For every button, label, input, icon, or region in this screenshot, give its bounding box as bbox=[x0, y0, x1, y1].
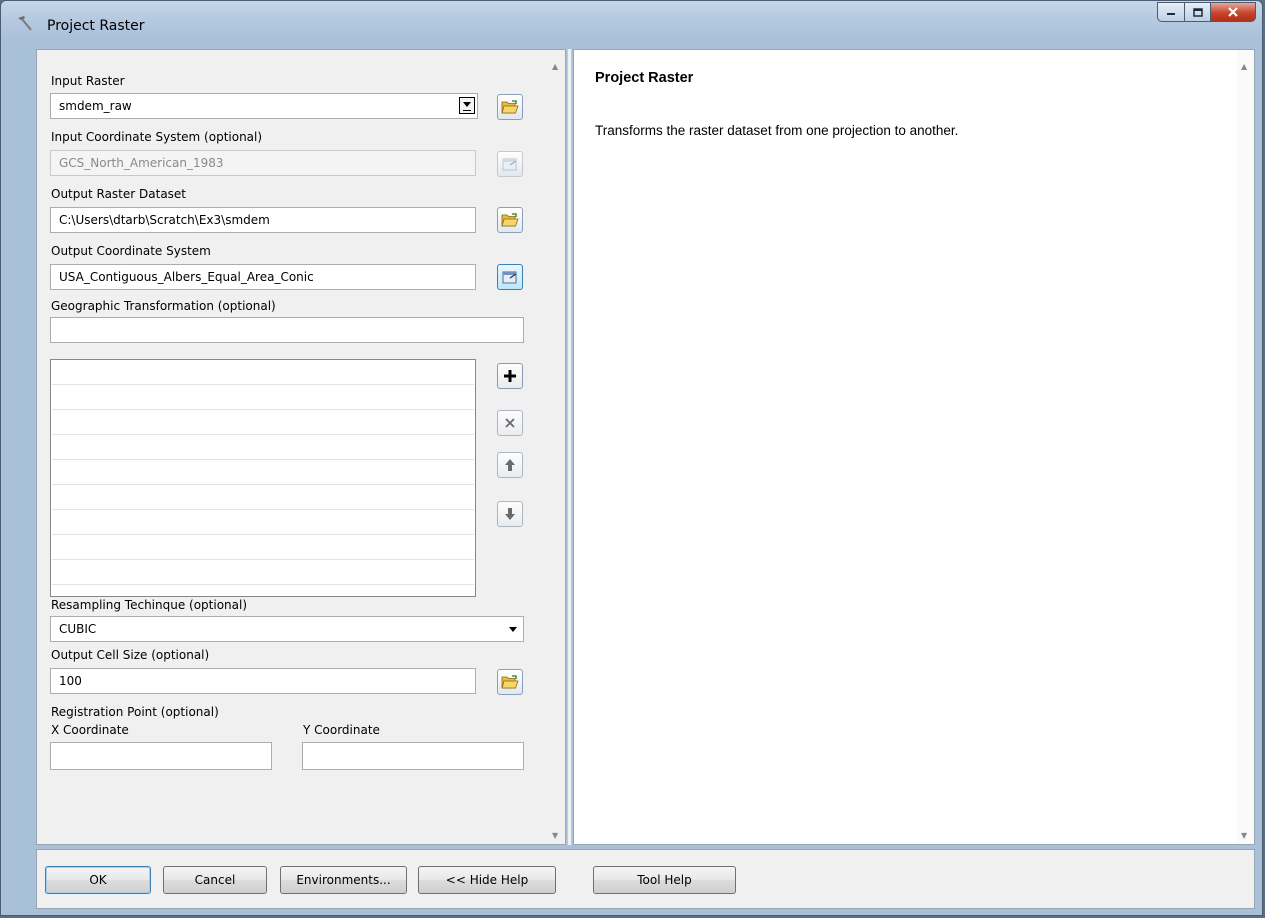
list-item[interactable] bbox=[52, 410, 474, 435]
spatial-reference-icon bbox=[502, 158, 517, 171]
scroll-down-icon[interactable]: ▼ bbox=[1241, 831, 1247, 840]
resampling-technique-value: CUBIC bbox=[59, 622, 97, 636]
scroll-down-icon[interactable]: ▼ bbox=[552, 831, 558, 840]
list-item[interactable] bbox=[52, 435, 474, 460]
output-raster-dataset-label: Output Raster Dataset bbox=[51, 187, 187, 201]
open-folder-icon bbox=[501, 675, 519, 689]
tool-help-button[interactable]: Tool Help bbox=[593, 866, 736, 894]
hammer-icon bbox=[18, 16, 32, 31]
y-coordinate-label: Y Coordinate bbox=[303, 723, 380, 737]
move-down-button[interactable] bbox=[497, 501, 523, 527]
scroll-up-icon[interactable]: ▲ bbox=[1241, 62, 1247, 71]
arrow-down-icon bbox=[505, 508, 515, 520]
resampling-technique-label: Resampling Techinque (optional) bbox=[51, 598, 248, 612]
plus-icon bbox=[504, 370, 516, 382]
help-title: Project Raster bbox=[595, 70, 694, 86]
geographic-transformation-input[interactable] bbox=[50, 317, 524, 343]
add-transformation-button[interactable] bbox=[497, 363, 523, 389]
output-coordinate-system-input[interactable]: USA_Contiguous_Albers_Equal_Area_Conic bbox=[50, 264, 476, 290]
title-bar[interactable]: Project Raster bbox=[1, 1, 1262, 41]
panel-splitter[interactable] bbox=[567, 49, 572, 845]
y-coordinate-input[interactable] bbox=[302, 742, 524, 770]
open-folder-icon bbox=[501, 100, 519, 114]
input-raster-value: smdem_raw bbox=[59, 99, 132, 113]
browse-cell-size-button[interactable] bbox=[497, 669, 523, 695]
list-item[interactable] bbox=[52, 460, 474, 485]
input-raster-label: Input Raster bbox=[51, 74, 125, 88]
output-cell-size-input[interactable]: 100 bbox=[50, 668, 476, 694]
maximize-icon bbox=[1192, 7, 1203, 17]
parameters-scrollbar[interactable]: ▲ ▼ bbox=[548, 50, 565, 844]
close-icon bbox=[505, 418, 515, 428]
help-panel: ▲ ▼ bbox=[573, 49, 1255, 845]
spatial-reference-icon bbox=[502, 271, 517, 284]
open-folder-icon bbox=[501, 213, 519, 227]
input-coordinate-system-label: Input Coordinate System (optional) bbox=[51, 130, 263, 144]
minimize-icon bbox=[1167, 13, 1175, 15]
list-item[interactable] bbox=[52, 510, 474, 535]
input-raster-dropdown-button[interactable] bbox=[459, 97, 475, 114]
arrow-up-icon bbox=[505, 459, 515, 471]
list-item[interactable] bbox=[52, 360, 474, 385]
hide-help-button[interactable]: << Hide Help bbox=[418, 866, 556, 894]
environments-button[interactable]: Environments... bbox=[280, 866, 407, 894]
output-cell-size-label: Output Cell Size (optional) bbox=[51, 648, 210, 662]
x-coordinate-input[interactable] bbox=[50, 742, 272, 770]
move-up-button[interactable] bbox=[497, 452, 523, 478]
resampling-dropdown-button[interactable] bbox=[503, 617, 523, 641]
dialog-window: Project Raster ▲ ▼ ▲ ▼ Project Raster Tr… bbox=[0, 0, 1263, 916]
close-icon bbox=[1228, 7, 1238, 17]
minimize-button[interactable] bbox=[1157, 2, 1185, 22]
list-item[interactable] bbox=[52, 560, 474, 585]
registration-point-label: Registration Point (optional) bbox=[51, 705, 219, 719]
remove-transformation-button[interactable] bbox=[497, 410, 523, 436]
resampling-technique-select[interactable]: CUBIC bbox=[50, 616, 524, 642]
input-raster-combobox[interactable]: smdem_raw bbox=[50, 93, 478, 119]
browse-output-raster-button[interactable] bbox=[497, 207, 523, 233]
output-coordinate-system-label: Output Coordinate System bbox=[51, 244, 211, 258]
output-coordinate-system-properties-button[interactable] bbox=[497, 264, 523, 290]
window-title: Project Raster bbox=[47, 18, 145, 34]
close-button[interactable] bbox=[1211, 2, 1256, 22]
geographic-transformation-label: Geographic Transformation (optional) bbox=[51, 299, 276, 313]
help-description: Transforms the raster dataset from one p… bbox=[595, 123, 959, 138]
window-controls bbox=[1157, 2, 1256, 22]
help-scrollbar[interactable]: ▲ ▼ bbox=[1237, 50, 1254, 844]
cancel-button[interactable]: Cancel bbox=[163, 866, 267, 894]
list-item[interactable] bbox=[52, 385, 474, 410]
list-item[interactable] bbox=[52, 535, 474, 560]
output-raster-dataset-input[interactable]: C:\Users\dtarb\Scratch\Ex3\smdem bbox=[50, 207, 476, 233]
maximize-button[interactable] bbox=[1185, 2, 1211, 22]
list-item[interactable] bbox=[52, 485, 474, 510]
input-coordinate-system-field: GCS_North_American_1983 bbox=[50, 150, 476, 176]
ok-button[interactable]: OK bbox=[45, 866, 151, 894]
chevron-down-icon bbox=[509, 626, 517, 632]
x-coordinate-label: X Coordinate bbox=[51, 723, 129, 737]
geographic-transformation-list[interactable] bbox=[50, 359, 476, 597]
chevron-down-icon bbox=[463, 101, 471, 107]
scroll-up-icon[interactable]: ▲ bbox=[552, 62, 558, 71]
input-coordinate-system-properties-button bbox=[497, 151, 523, 177]
browse-input-raster-button[interactable] bbox=[497, 94, 523, 120]
